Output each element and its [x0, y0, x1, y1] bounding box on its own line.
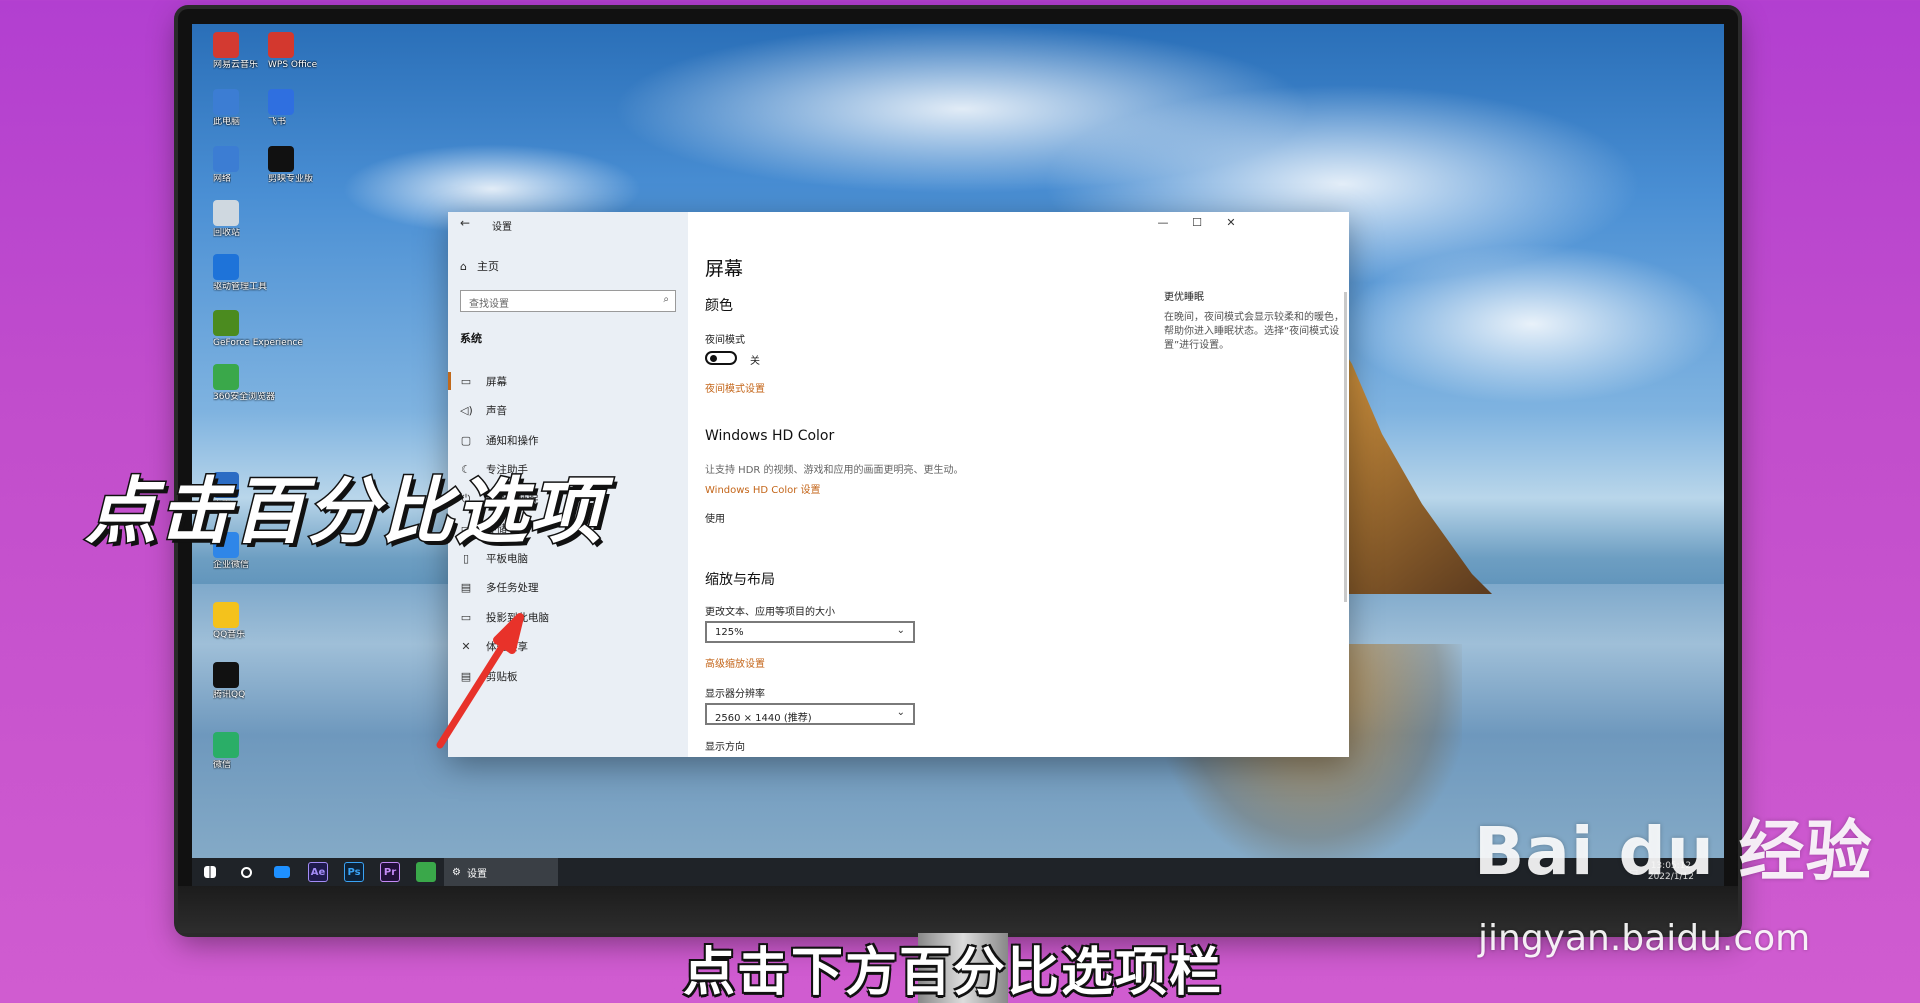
video-subtitle: 点击下方百分比选项栏: [683, 943, 1224, 1003]
baidu-watermark-logo: Bai du 经验: [1474, 813, 1873, 890]
baidu-watermark-url: jingyan.baidu.com: [1478, 918, 1811, 959]
instruction-caption: 点击百分比选项: [83, 468, 604, 555]
